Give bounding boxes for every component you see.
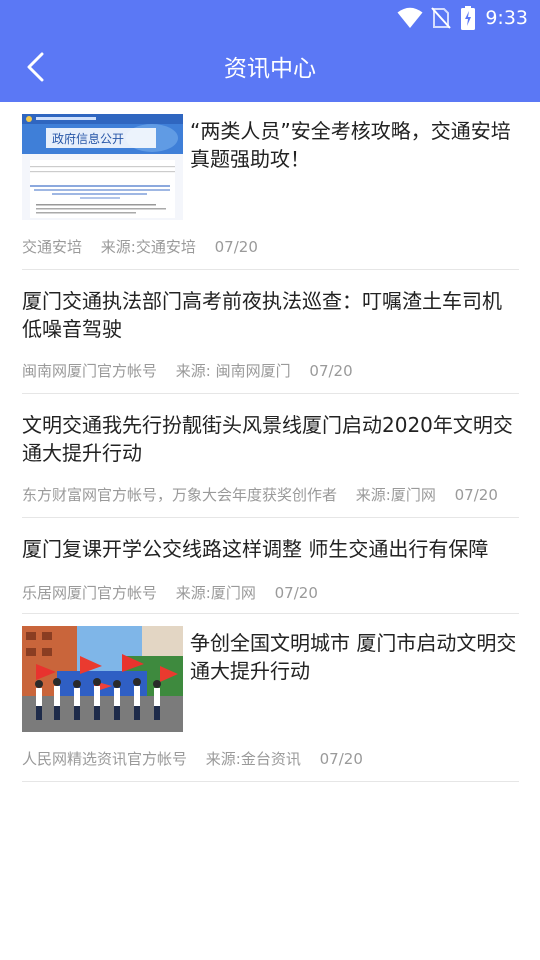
- news-title: 文明交通我先行扮靓街头风景线厦门启动2020年文明交通大提升行动: [22, 413, 513, 465]
- news-title: 争创全国文明城市 厦门市启动文明交通大提升行动: [190, 631, 517, 683]
- news-item[interactable]: 政府信息公开 “两类人员”安全考核攻略，交通安培真题强助攻！ 交通安培 来源:交…: [22, 102, 519, 270]
- news-author: 交通安培: [22, 238, 83, 256]
- status-icons: 9:33: [397, 0, 528, 36]
- news-title: 厦门复课开学公交线路这样调整 师生交通出行有保障: [22, 537, 489, 561]
- news-title: “两类人员”安全考核攻略，交通安培真题强助攻！: [190, 119, 511, 171]
- thumbnail-caption: 政府信息公开: [52, 131, 124, 146]
- page-title: 资讯中心: [224, 56, 316, 82]
- news-item[interactable]: 厦门交通执法部门高考前夜执法巡查：叮嘱渣土车司机 低噪音驾驶 闽南网厦门官方帐号…: [22, 270, 519, 394]
- news-source: 来源:厦门网: [175, 584, 256, 602]
- news-source: 来源:金台资讯: [205, 750, 301, 768]
- app-bar: 资讯中心: [0, 36, 540, 102]
- news-item[interactable]: 争创全国文明城市 厦门市启动文明交通大提升行动 人民网精选资讯官方帐号 来源:金…: [22, 614, 519, 782]
- news-meta: 人民网精选资讯官方帐号 来源:金台资讯 07/20: [22, 748, 377, 769]
- news-item[interactable]: 厦门复课开学公交线路这样调整 师生交通出行有保障 乐居网厦门官方帐号 来源:厦门…: [22, 518, 519, 614]
- no-sim-icon: [431, 7, 452, 29]
- news-date: 07/20: [214, 238, 258, 256]
- news-meta: 东方财富网官方帐号，万象大会年度获奖创作者 来源:厦门网 07/20: [22, 484, 512, 505]
- news-author: 闽南网厦门官方帐号: [22, 362, 158, 380]
- news-author: 人民网精选资讯官方帐号: [22, 750, 188, 768]
- news-author: 东方财富网官方帐号，万象大会年度获奖创作者: [22, 486, 338, 504]
- news-meta: 交通安培 来源:交通安培 07/20: [22, 236, 272, 257]
- news-date: 07/20: [274, 584, 318, 602]
- news-source: 来源: 闽南网厦门: [175, 362, 291, 380]
- news-meta: 闽南网厦门官方帐号 来源: 闽南网厦门 07/20: [22, 360, 367, 381]
- news-item[interactable]: 文明交通我先行扮靓街头风景线厦门启动2020年文明交通大提升行动 东方财富网官方…: [22, 394, 519, 518]
- status-time: 9:33: [485, 7, 528, 29]
- news-source: 来源:交通安培: [100, 238, 196, 256]
- news-meta: 乐居网厦门官方帐号 来源:厦门网 07/20: [22, 582, 332, 603]
- status-bar: 9:33: [0, 0, 540, 36]
- news-list: 政府信息公开 “两类人员”安全考核攻略，交通安培真题强助攻！ 交通安培 来源:交…: [22, 102, 519, 782]
- news-date: 07/20: [454, 486, 498, 504]
- battery-charging-icon: [461, 6, 476, 30]
- news-thumbnail: [22, 626, 183, 732]
- news-author: 乐居网厦门官方帐号: [22, 584, 158, 602]
- news-title: 厦门交通执法部门高考前夜执法巡查：叮嘱渣土车司机 低噪音驾驶: [22, 289, 502, 341]
- news-thumbnail: 政府信息公开: [22, 114, 183, 220]
- news-date: 07/20: [309, 362, 353, 380]
- news-source: 来源:厦门网: [355, 486, 436, 504]
- news-date: 07/20: [319, 750, 363, 768]
- wifi-icon: [397, 7, 423, 29]
